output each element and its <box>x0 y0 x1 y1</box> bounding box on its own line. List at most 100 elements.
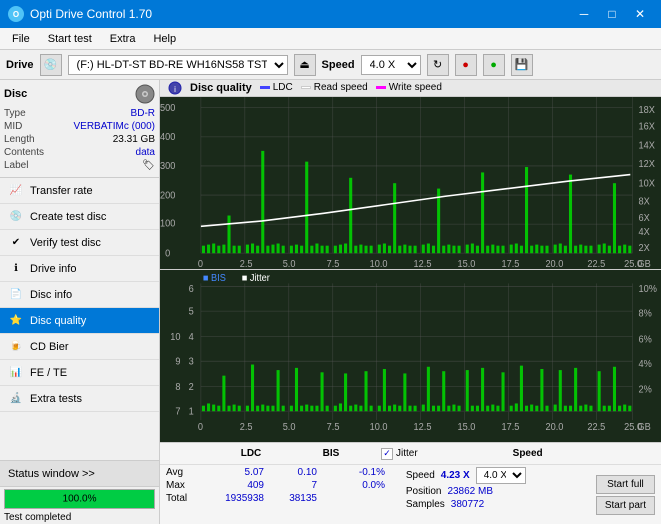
svg-text:5: 5 <box>189 306 194 317</box>
length-value: 23.31 GB <box>113 134 155 145</box>
svg-text:7.5: 7.5 <box>327 422 340 433</box>
svg-text:20.0: 20.0 <box>545 422 563 433</box>
close-button[interactable]: ✕ <box>627 4 653 24</box>
svg-text:8X: 8X <box>639 196 651 207</box>
drive-bar: Drive 💿 (F:) HL-DT-ST BD-RE WH16NS58 TST… <box>0 50 661 80</box>
length-label: Length <box>4 134 35 145</box>
sidebar-item-disc-info[interactable]: 📄 Disc info <box>0 282 159 308</box>
transfer-rate-icon: 📈 <box>8 183 24 199</box>
main-layout: Disc Type BD-R MID VERBATIMc (000) Lengt… <box>0 80 661 524</box>
sidebar-item-extra-tests[interactable]: 🔬 Extra tests <box>0 386 159 412</box>
sidebar-item-create-test-disc[interactable]: 💿 Create test disc <box>0 204 159 230</box>
avg-jitter: -0.1% <box>325 467 385 478</box>
speed-row: Speed 4.23 X 4.0 X <box>406 467 584 484</box>
speed-select[interactable]: 4.0 X <box>361 55 421 75</box>
chart-settings-icon[interactable]: i <box>168 81 182 95</box>
jitter-checkbox[interactable]: ✓ <box>381 448 393 460</box>
svg-text:16X: 16X <box>639 121 656 132</box>
sidebar-item-drive-info[interactable]: ℹ Drive info <box>0 256 159 282</box>
save-button[interactable]: 💾 <box>511 54 533 76</box>
avg-bis: 0.10 <box>272 467 317 478</box>
upper-chart-svg: 0 100 200 300 400 500 0 2.5 5.0 7.5 10.0… <box>160 97 661 269</box>
svg-text:6X: 6X <box>639 212 651 223</box>
svg-text:5.0: 5.0 <box>283 422 296 433</box>
label-icon: 🏷 <box>142 160 155 171</box>
charts-wrapper: 0 100 200 300 400 500 0 2.5 5.0 7.5 10.0… <box>160 97 661 443</box>
jitter-checkbox-container[interactable]: ✓ Jitter <box>381 448 418 460</box>
menu-bar: File Start test Extra Help <box>0 28 661 50</box>
svg-text:GB: GB <box>637 259 650 269</box>
svg-text:500: 500 <box>160 102 175 113</box>
avg-label: Avg <box>166 467 201 478</box>
legend-ldc-color <box>260 86 270 89</box>
samples-label: Samples <box>406 499 445 510</box>
maximize-button[interactable]: □ <box>599 4 625 24</box>
svg-text:i: i <box>174 85 176 94</box>
disc-quality-icon: ⭐ <box>8 313 24 329</box>
contents-value: data <box>136 147 155 158</box>
legend-ldc: LDC <box>260 82 293 93</box>
svg-text:10.0: 10.0 <box>370 259 388 269</box>
max-jitter: 0.0% <box>325 480 385 491</box>
drive-select[interactable]: (F:) HL-DT-ST BD-RE WH16NS58 TST4 <box>68 55 288 75</box>
drive-icon-button[interactable]: 💿 <box>40 54 62 76</box>
position-row: Position 23862 MB <box>406 486 584 497</box>
progress-text: 100.0% <box>63 494 97 505</box>
cd-bier-icon: 🍺 <box>8 339 24 355</box>
start-part-button[interactable]: Start part <box>596 496 655 515</box>
app-icon: O <box>8 6 24 22</box>
refresh-button[interactable]: ↻ <box>427 54 449 76</box>
position-label: Position <box>406 486 442 497</box>
svg-text:4%: 4% <box>639 358 653 369</box>
status-window-button[interactable]: Status window >> <box>0 461 159 487</box>
svg-text:10.0: 10.0 <box>370 422 388 433</box>
sidebar-item-cd-bier[interactable]: 🍺 CD Bier <box>0 334 159 360</box>
svg-text:8%: 8% <box>639 308 653 319</box>
disc-panel: Disc Type BD-R MID VERBATIMc (000) Lengt… <box>0 80 159 178</box>
svg-text:22.5: 22.5 <box>587 422 605 433</box>
svg-text:10: 10 <box>170 332 180 343</box>
disc-info-icon: 📄 <box>8 287 24 303</box>
svg-text:2%: 2% <box>639 384 653 395</box>
minimize-button[interactable]: ─ <box>571 4 597 24</box>
disc-section-title: Disc <box>4 88 27 100</box>
svg-text:18X: 18X <box>639 104 656 115</box>
total-ldc: 1935938 <box>209 493 264 504</box>
svg-text:15.0: 15.0 <box>458 422 476 433</box>
total-label: Total <box>166 493 201 504</box>
menu-start-test[interactable]: Start test <box>40 31 100 47</box>
samples-value: 380772 <box>451 499 484 510</box>
sidebar-item-fe-te[interactable]: 📊 FE / TE <box>0 360 159 386</box>
extra-tests-icon: 🔬 <box>8 391 24 407</box>
sidebar-item-transfer-rate[interactable]: 📈 Transfer rate <box>0 178 159 204</box>
svg-text:15.0: 15.0 <box>458 259 476 269</box>
svg-text:100: 100 <box>160 218 175 229</box>
drive-label: Drive <box>6 59 34 71</box>
create-test-disc-icon: 💿 <box>8 209 24 225</box>
start-full-button[interactable]: Start full <box>596 475 655 494</box>
svg-text:12.5: 12.5 <box>414 259 432 269</box>
svg-text:■ Jitter: ■ Jitter <box>242 273 271 284</box>
lower-chart: ■ BIS ■ Jitter <box>160 270 661 442</box>
menu-help[interactable]: Help <box>145 31 184 47</box>
label-label: Label <box>4 160 28 171</box>
bis-header: BIS <box>301 448 361 459</box>
avg-ldc: 5.07 <box>209 467 264 478</box>
speed-select-small[interactable]: 4.0 X <box>476 467 526 484</box>
svg-text:300: 300 <box>160 160 175 171</box>
eject-button[interactable]: ⏏ <box>294 54 316 76</box>
svg-text:6%: 6% <box>639 334 653 345</box>
svg-text:12.5: 12.5 <box>414 422 432 433</box>
write-icon-button[interactable]: ● <box>483 54 505 76</box>
stats-left-panel: Avg 5.07 0.10 -0.1% Max 409 7 0.0% Total… <box>160 465 400 524</box>
menu-extra[interactable]: Extra <box>102 31 144 47</box>
sidebar-item-disc-quality[interactable]: ⭐ Disc quality <box>0 308 159 334</box>
sidebar-item-verify-test-disc[interactable]: ✔ Verify test disc <box>0 230 159 256</box>
svg-text:22.5: 22.5 <box>587 259 605 269</box>
lower-chart-svg: ■ BIS ■ Jitter <box>160 270 661 442</box>
nav-items: 📈 Transfer rate 💿 Create test disc ✔ Ver… <box>0 178 159 460</box>
svg-text:2X: 2X <box>639 242 651 253</box>
menu-file[interactable]: File <box>4 31 38 47</box>
read-icon-button[interactable]: ● <box>455 54 477 76</box>
svg-text:6: 6 <box>189 284 194 295</box>
